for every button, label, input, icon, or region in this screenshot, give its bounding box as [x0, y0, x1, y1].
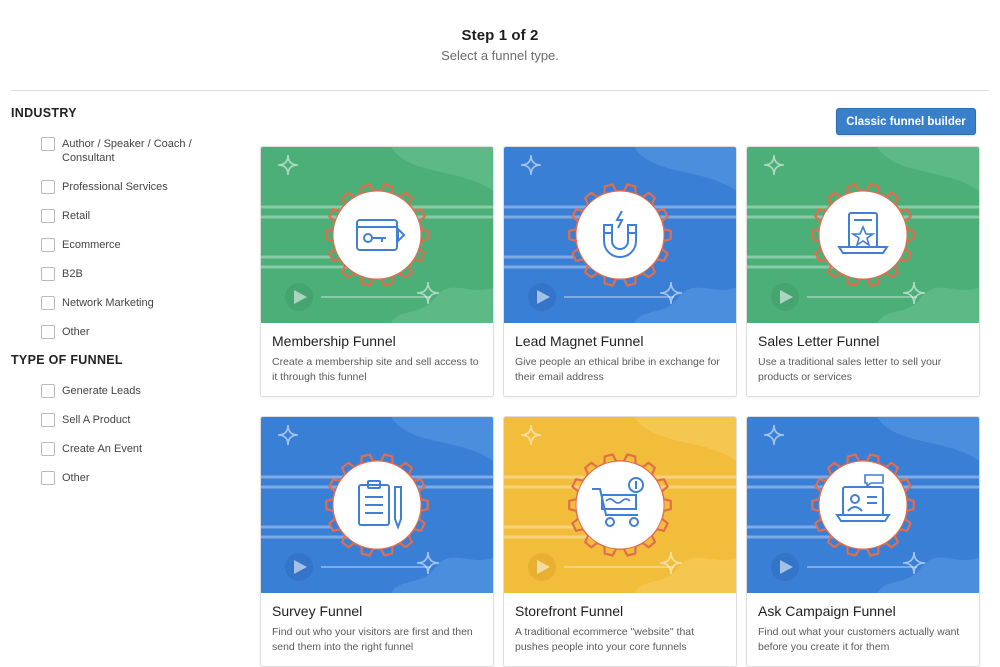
- industry-filter-label: Author / Speaker / Coach / Consultant: [62, 138, 192, 164]
- industry-checkbox[interactable]: [41, 325, 55, 339]
- industry-filter-label: Ecommerce: [62, 239, 121, 251]
- funnel-card-title: Survey Funnel: [272, 603, 363, 619]
- type-checkbox[interactable]: [41, 442, 55, 456]
- funnel-card-description: Use a traditional sales letter to sell y…: [758, 356, 942, 383]
- page-header: Step 1 of 2 Select a funnel type.: [0, 27, 1000, 63]
- type-checkbox[interactable]: [41, 413, 55, 427]
- industry-checkbox[interactable]: [41, 238, 55, 252]
- industry-filter-option[interactable]: Retail: [11, 209, 231, 223]
- classic-funnel-builder-button[interactable]: Classic funnel builder: [836, 108, 976, 135]
- funnel-card-description: Find out who your visitors are first and…: [272, 626, 473, 653]
- industry-checkbox[interactable]: [41, 137, 55, 151]
- funnel-card-title: Storefront Funnel: [515, 603, 624, 619]
- funnel-card[interactable]: Storefront Funnel A traditional ecommerce…: [503, 416, 737, 667]
- funnel-card-description: Give people an ethical bribe in exchange…: [515, 356, 720, 383]
- industry-filter-option[interactable]: Other: [11, 325, 231, 339]
- industry-filter-option[interactable]: Author / Speaker / Coach / Consultant: [11, 137, 231, 165]
- filter-sidebar: INDUSTRY Author / Speaker / Coach / Cons…: [11, 106, 231, 500]
- industry-filter-label: Professional Services: [62, 181, 168, 193]
- industry-checkbox[interactable]: [41, 267, 55, 281]
- industry-filter-label: Retail: [62, 210, 91, 222]
- card-illustration: [504, 147, 736, 323]
- funnel-card[interactable]: Survey Funnel Find out who your visitors …: [260, 416, 494, 667]
- funnel-card[interactable]: Membership Funnel Create a membership sit…: [260, 146, 494, 397]
- industry-filter-label: Network Marketing: [62, 297, 154, 309]
- funnel-card[interactable]: Ask Campaign Funnel Find out what your cu…: [746, 416, 980, 667]
- card-illustration: [747, 147, 979, 323]
- card-media: [504, 417, 736, 593]
- funnel-card-title: Lead Magnet Funnel: [515, 333, 644, 349]
- card-illustration: [504, 417, 736, 593]
- funnel-card-description: Create a membership site and sell access…: [272, 356, 479, 383]
- card-media: [261, 417, 493, 593]
- type-checkbox[interactable]: [41, 471, 55, 485]
- industry-filter-title: INDUSTRY: [11, 106, 77, 120]
- card-media: [747, 147, 979, 323]
- type-filter-option[interactable]: Other: [11, 471, 231, 485]
- industry-filter-option[interactable]: Network Marketing: [11, 296, 231, 310]
- step-subtitle: Select a funnel type.: [441, 48, 559, 63]
- card-illustration: [747, 417, 979, 593]
- funnel-card[interactable]: Sales Letter Funnel Use a traditional sal…: [746, 146, 980, 397]
- type-filter-label: Generate Leads: [62, 385, 141, 397]
- industry-filter-option[interactable]: Professional Services: [11, 180, 231, 194]
- type-checkbox[interactable]: [41, 384, 55, 398]
- type-filter-option[interactable]: Generate Leads: [11, 384, 231, 398]
- card-illustration: [261, 147, 493, 323]
- card-illustration: [261, 417, 493, 593]
- industry-filter-label: B2B: [62, 268, 83, 280]
- type-filter-title: TYPE OF FUNNEL: [11, 353, 123, 367]
- funnel-card-title: Membership Funnel: [272, 333, 396, 349]
- industry-filter-label: Other: [62, 326, 90, 338]
- type-filter-label: Other: [62, 472, 90, 484]
- funnel-card-description: Find out what your customers actually wa…: [758, 626, 960, 653]
- funnel-card-description: A traditional ecommerce "website" that p…: [515, 626, 695, 653]
- header-divider: [11, 90, 989, 91]
- industry-checkbox[interactable]: [41, 180, 55, 194]
- industry-checkbox[interactable]: [41, 209, 55, 223]
- type-filter-list: Generate Leads Sell A Product Create An Ev…: [11, 384, 231, 485]
- step-indicator: Step 1 of 2: [461, 27, 539, 44]
- card-media: [747, 417, 979, 593]
- industry-filter-option[interactable]: B2B: [11, 267, 231, 281]
- industry-filter-option[interactable]: Ecommerce: [11, 238, 231, 252]
- type-filter-option[interactable]: Create An Event: [11, 442, 231, 456]
- card-media: [261, 147, 493, 323]
- card-media: [504, 147, 736, 323]
- funnel-card-title: Sales Letter Funnel: [758, 333, 880, 349]
- type-filter-label: Sell A Product: [62, 414, 131, 426]
- funnel-card-title: Ask Campaign Funnel: [758, 603, 896, 619]
- funnel-card[interactable]: Lead Magnet Funnel Give people an ethical…: [503, 146, 737, 397]
- industry-checkbox[interactable]: [41, 296, 55, 310]
- type-filter-label: Create An Event: [62, 443, 143, 455]
- industry-filter-list: Author / Speaker / Coach / Consultant Pro…: [11, 137, 231, 339]
- type-filter-option[interactable]: Sell A Product: [11, 413, 231, 427]
